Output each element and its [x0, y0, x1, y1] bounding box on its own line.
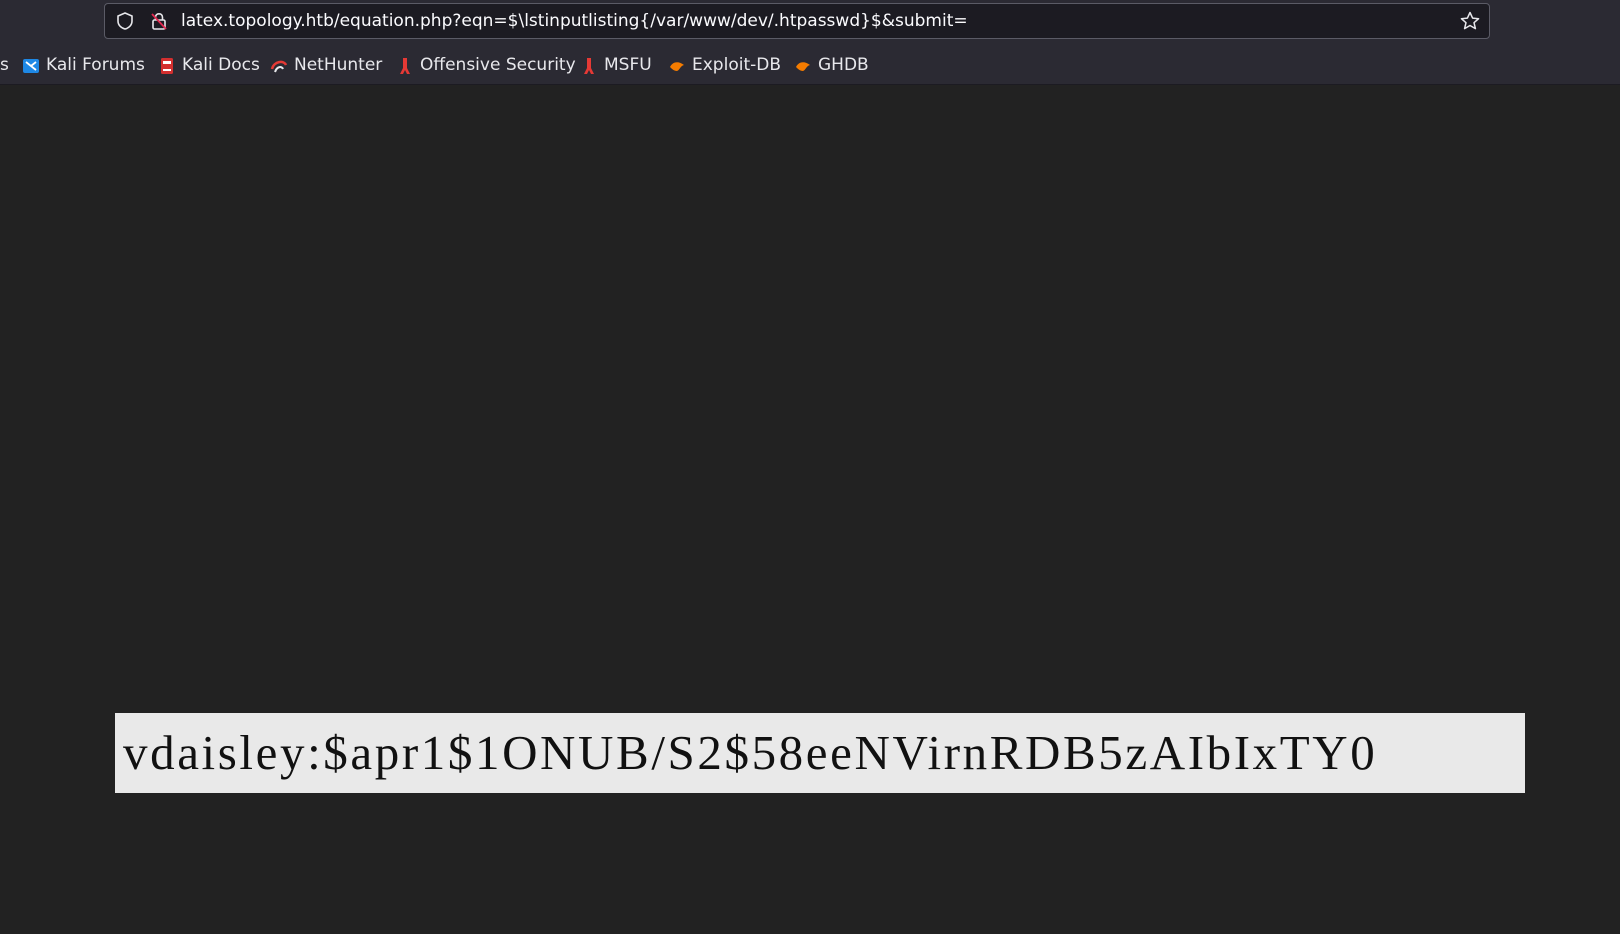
offsec-icon	[400, 58, 410, 74]
kali-forums-icon	[23, 59, 39, 73]
rendered-equation-image: vdaisley:$apr1$1ONUB/S2$58eeNVirnRDB5zAI…	[115, 713, 1525, 793]
nethunter-icon	[270, 60, 288, 73]
page-content: vdaisley:$apr1$1ONUB/S2$58eeNVirnRDB5zAI…	[0, 85, 1620, 934]
bookmark-label: Kali Forums	[46, 55, 145, 75]
bookmark-label: Kali Docs	[182, 55, 260, 75]
rendered-htpasswd-text: vdaisley:$apr1$1ONUB/S2$58eeNVirnRDB5zAI…	[123, 725, 1378, 780]
ghdb-icon	[796, 62, 810, 71]
bookmark-label: NetHunter	[294, 55, 383, 75]
bookmarks-bar: s Kali Forums Kali Docs NetHunter Offens…	[0, 48, 1620, 82]
kali-docs-icon	[161, 58, 173, 74]
bookmark-label: MSFU	[604, 55, 652, 75]
bookmark-star-icon[interactable]	[1459, 10, 1481, 32]
url-bar[interactable]: latex.topology.htb/equation.php?eqn=$\ls…	[104, 3, 1490, 39]
bookmark-label: Offensive Security	[420, 55, 576, 75]
insecure-lock-icon[interactable]	[149, 11, 169, 31]
bookmark-label: s	[0, 55, 9, 75]
bookmark-label: GHDB	[818, 55, 869, 75]
bookmark-label: Exploit-DB	[692, 55, 781, 75]
msfu-icon	[584, 58, 594, 74]
url-text[interactable]: latex.topology.htb/equation.php?eqn=$\ls…	[181, 4, 968, 38]
browser-toolbar: latex.topology.htb/equation.php?eqn=$\ls…	[0, 0, 1620, 85]
shield-icon[interactable]	[115, 11, 135, 31]
exploit-db-icon	[670, 62, 684, 71]
